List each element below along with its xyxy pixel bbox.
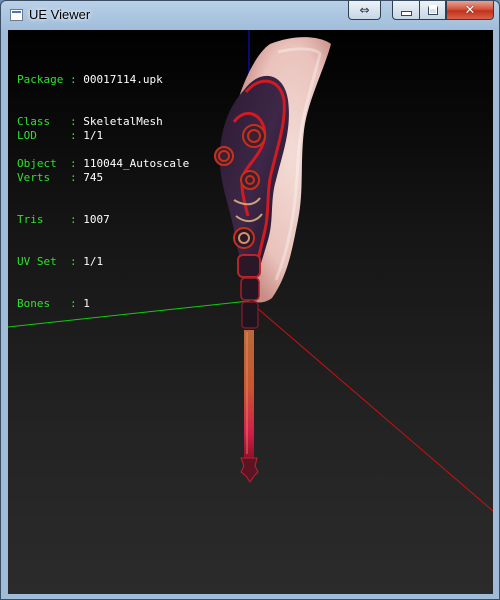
info-value: 1/1 <box>83 129 104 142</box>
info-value: 1 <box>83 297 90 310</box>
window-title: UE Viewer <box>29 7 91 22</box>
resize-button[interactable]: ⇔ <box>348 1 381 20</box>
double-arrow-icon: ⇔ <box>359 3 370 17</box>
info-label: UV Set <box>17 255 64 268</box>
info-value: 745 <box>83 171 104 184</box>
info-value: 1007 <box>83 213 110 226</box>
info-label: Tris <box>17 213 64 226</box>
3d-viewport[interactable]: Package : 00017114.upk Class : SkeletalM… <box>8 30 493 594</box>
maximize-icon <box>427 5 438 15</box>
info-separator: : <box>63 129 84 142</box>
info-separator: : <box>63 171 84 184</box>
info-row-lod: LOD : 1/1 <box>17 129 110 143</box>
info-label: LOD <box>17 129 64 142</box>
close-icon: ✕ <box>464 2 476 18</box>
close-button[interactable]: ✕ <box>446 1 494 20</box>
info-value: 00017114.upk <box>83 73 163 86</box>
axe-handle <box>244 330 254 458</box>
info-separator: : <box>63 297 84 310</box>
info-row-tris: Tris : 1007 <box>17 213 110 227</box>
info-separator: : <box>63 73 84 86</box>
info-row-verts: Verts : 745 <box>17 171 110 185</box>
info-label: Bones <box>17 297 64 310</box>
info-label: Package <box>17 73 64 86</box>
app-window-icon <box>10 9 23 21</box>
info-separator: : <box>63 255 84 268</box>
info-label: Verts <box>17 171 64 184</box>
info-row-package: Package : 00017114.upk <box>17 73 189 87</box>
x-axis-line <box>248 300 493 512</box>
minimize-button[interactable] <box>392 1 419 20</box>
minimize-icon <box>400 10 412 16</box>
title-bar[interactable]: UE Viewer ⇔ ✕ <box>1 1 499 30</box>
info-row-bones: Bones : 1 <box>17 297 110 311</box>
info-row-uvset: UV Set : 1/1 <box>17 255 110 269</box>
mesh-info-panel: LOD : 1/1 Verts : 745 Tris : 1007 UV Set… <box>17 101 110 339</box>
info-value: 1/1 <box>83 255 104 268</box>
axe-pommel <box>240 457 259 483</box>
info-separator: : <box>63 213 84 226</box>
ue-viewer-window: UE Viewer ⇔ ✕ Package: 00017114.upk Cla… <box>0 0 500 600</box>
axe-collar <box>237 254 261 329</box>
maximize-button[interactable] <box>419 1 446 20</box>
